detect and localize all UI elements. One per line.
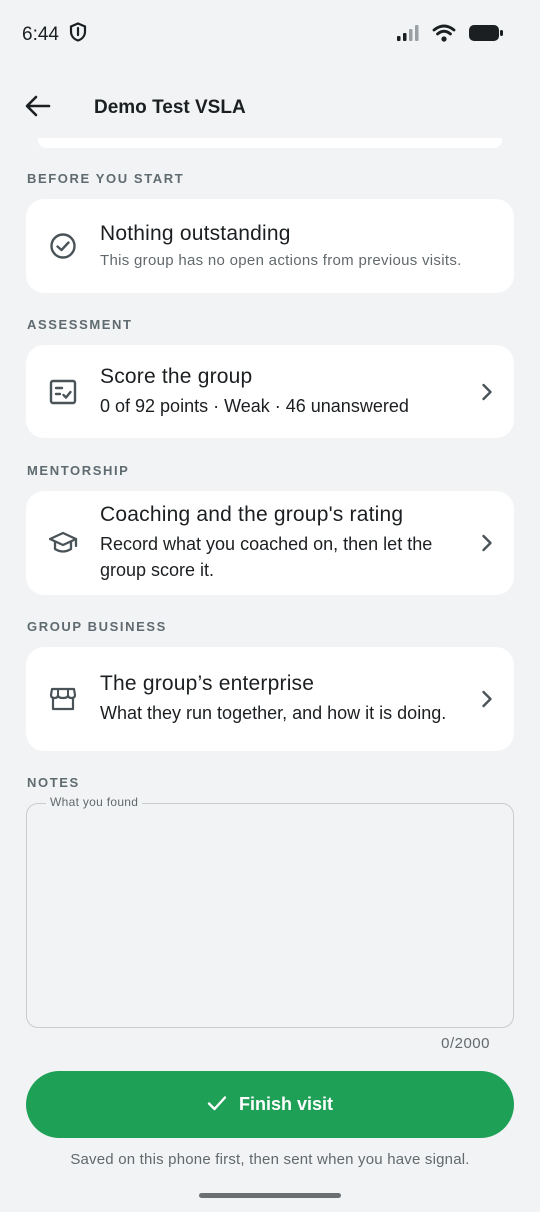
- finish-visit-label: Finish visit: [238, 1094, 334, 1114]
- back-button[interactable]: [8, 78, 68, 138]
- card-subtitle: What they run together, and how it is do…: [100, 703, 447, 723]
- card-subtitle: 0 of 92 points · Weak · 46 unanswered: [100, 395, 409, 416]
- check-icon: [207, 1095, 227, 1114]
- check-circle-icon: [26, 232, 100, 260]
- status-right: [396, 24, 504, 47]
- section-label-group-business: GROUP BUSINESS: [27, 619, 167, 634]
- card-subtitle: Record what you coached on, then let the…: [100, 534, 433, 580]
- card-body: Coaching and the group's rating Record w…: [100, 503, 460, 583]
- graduation-cap-icon: [26, 530, 100, 556]
- storefront-icon: [26, 686, 100, 712]
- character-counter: 0/2000: [441, 1035, 490, 1052]
- save-footnote: Saved on this phone first, then sent whe…: [70, 1151, 470, 1168]
- chevron-right-icon: [460, 534, 514, 552]
- card-title: The group’s enterprise: [100, 672, 315, 695]
- finish-visit-button[interactable]: Finish visit: [26, 1071, 514, 1138]
- section-label-notes: NOTES: [27, 775, 80, 790]
- chevron-right-icon: [460, 383, 514, 401]
- card-body: Score the group 0 of 92 points · Weak · …: [100, 365, 460, 419]
- section-label-mentorship: MENTORSHIP: [27, 463, 130, 478]
- previous-card-edge: [38, 138, 502, 148]
- arrow-left-icon: [25, 95, 51, 122]
- outstanding-actions-card: Nothing outstanding This group has no op…: [26, 199, 514, 293]
- app-bar: Demo Test VSLA: [0, 78, 540, 138]
- notes-field-label: What you found: [46, 795, 143, 809]
- wifi-icon: [432, 24, 456, 47]
- status-bar: 6:44: [0, 0, 540, 70]
- notes-field[interactable]: [26, 803, 514, 1028]
- section-label-before-you-start: BEFORE YOU START: [27, 171, 185, 186]
- page-title: Demo Test VSLA: [94, 97, 246, 118]
- shield-icon: [69, 22, 87, 48]
- score-group-card[interactable]: Score the group 0 of 92 points · Weak · …: [26, 345, 514, 438]
- chevron-right-icon: [460, 690, 514, 708]
- notes-textarea[interactable]: [27, 804, 513, 1027]
- signal-icon: [396, 24, 420, 47]
- battery-icon: [468, 24, 504, 47]
- status-left: 6:44: [22, 22, 87, 48]
- group-enterprise-card[interactable]: The group’s enterprise What they run tog…: [26, 647, 514, 751]
- status-time: 6:44: [22, 24, 59, 45]
- card-title: Coaching and the group's rating: [100, 503, 404, 526]
- card-subtitle: This group has no open actions from prev…: [100, 251, 462, 269]
- coaching-rating-card[interactable]: Coaching and the group's rating Record w…: [26, 491, 514, 595]
- home-indicator[interactable]: [199, 1193, 341, 1198]
- checklist-icon: [26, 379, 100, 405]
- section-label-assessment: ASSESSMENT: [27, 317, 133, 332]
- card-body: The group’s enterprise What they run tog…: [100, 672, 460, 726]
- card-title: Nothing outstanding: [100, 221, 291, 245]
- card-title: Score the group: [100, 364, 253, 388]
- card-body: Nothing outstanding This group has no op…: [100, 222, 514, 271]
